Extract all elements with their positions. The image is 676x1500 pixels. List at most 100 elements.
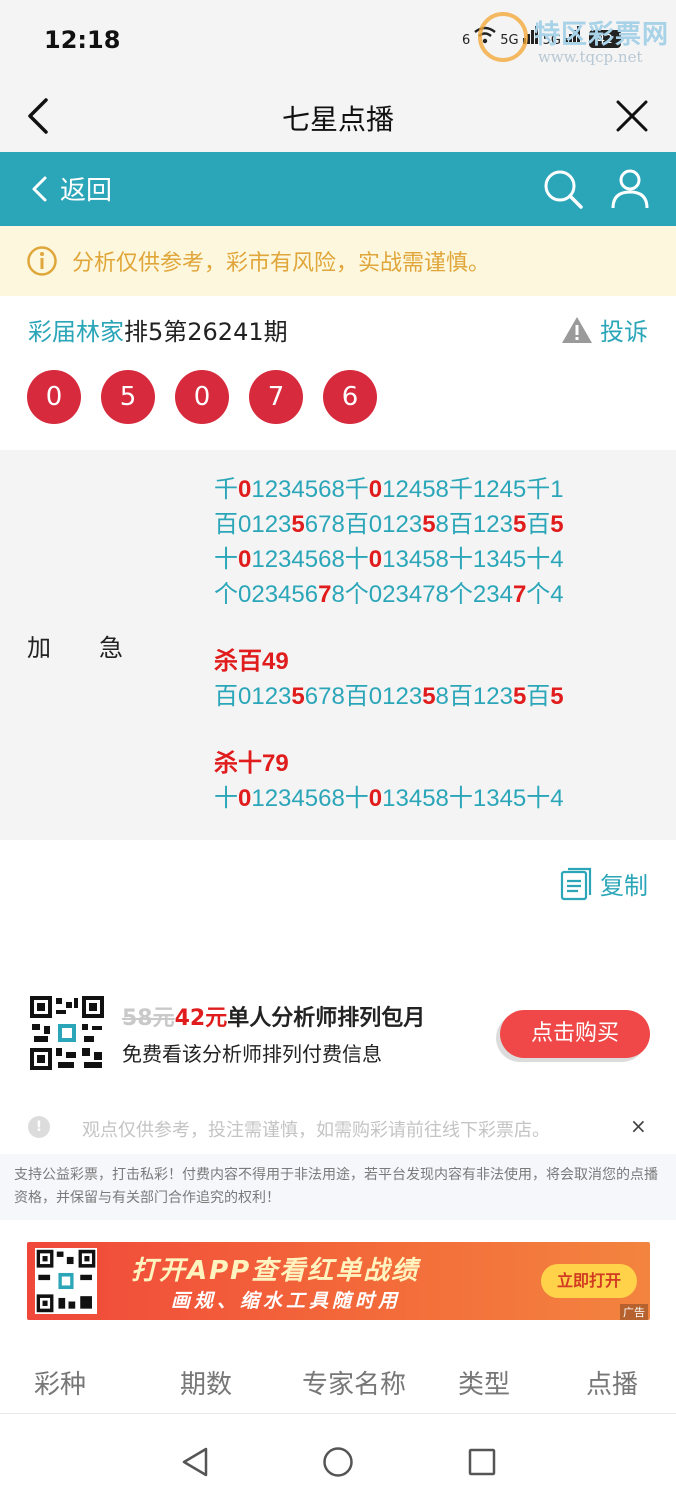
promo-subtitle: 免费看该分析师排列付费信息 xyxy=(122,1042,382,1066)
line-segment: 1234568十 xyxy=(251,785,369,812)
result-ball: 0 xyxy=(175,370,229,424)
kill-line: 杀百49 xyxy=(214,648,289,675)
result-ball: 0 xyxy=(27,370,81,424)
prediction-line: 百01235678百012358百1235百5 xyxy=(214,679,654,714)
highlight-digit: 5 xyxy=(422,683,436,710)
highlight-digit: 0 xyxy=(368,785,383,812)
line-segment: 百 xyxy=(526,683,551,710)
qr-code-icon xyxy=(35,1248,97,1314)
line-segment: 十 xyxy=(214,785,238,812)
prediction-line: 百01235678百012358百1235百5 xyxy=(214,507,654,542)
home-circle-icon[interactable] xyxy=(322,1446,354,1478)
line-segment: 12458千1245千1 xyxy=(382,476,564,503)
highlight-digit: 7 xyxy=(318,581,332,608)
kill-line: 杀十79 xyxy=(214,750,289,777)
line-segment: 8个234 xyxy=(435,581,513,608)
line-segment: 个4 xyxy=(526,581,564,608)
highlight-digit: 0 xyxy=(368,476,383,503)
line-segment: 8百123 xyxy=(435,511,513,538)
open-app-button[interactable]: 立即打开 xyxy=(541,1264,637,1298)
line-segment: 百 xyxy=(526,511,551,538)
qr-code-icon xyxy=(30,996,104,1070)
notice-text: 分析仅供参考，彩市有风险，实战需谨慎。 xyxy=(72,251,491,276)
highlight-digit: 5 xyxy=(550,511,564,538)
highlight-digit: 5 xyxy=(291,683,305,710)
watermark-url: www.tqcp.net xyxy=(538,48,643,66)
prediction-lines: 千01234568千012458千1245千1 百01235678百012358… xyxy=(214,472,654,816)
banner-title: 打开APP查看红单战绩 xyxy=(131,1256,420,1286)
line-segment: 8百123 xyxy=(435,683,513,710)
highlight-digit: 0 xyxy=(238,476,252,503)
page-title: 七星点播 xyxy=(281,103,394,136)
result-balls: 0 5 0 7 6 xyxy=(27,370,377,424)
issue-text: 排5第26241期 xyxy=(124,318,288,346)
line-segment: 13458十1345十4 xyxy=(382,546,564,573)
promo-title-text: 单人分析师排列包月 xyxy=(227,1006,426,1031)
result-ball: 5 xyxy=(101,370,155,424)
line-segment: 678百0123 xyxy=(304,683,423,710)
copy-button[interactable]: 复制 xyxy=(560,866,648,901)
disclaimer-bar: ! 观点仅供参考，投注需谨慎，如需购彩请前往线下彩票店。 × xyxy=(0,1108,676,1148)
back-button[interactable]: 返回 xyxy=(30,170,112,207)
network-label: 6 xyxy=(462,33,471,48)
chevron-left-icon xyxy=(32,176,47,201)
highlight-digit: 0 xyxy=(238,546,252,573)
back-triangle-icon[interactable] xyxy=(180,1446,210,1478)
prediction-line: 个02345678个023478个2347个4 xyxy=(214,577,654,612)
column-header: 专家名称 xyxy=(302,1370,407,1400)
line-segment: 十 xyxy=(214,546,238,573)
highlight-digit: 5 xyxy=(512,511,527,538)
app-banner[interactable]: 打开APP查看红单战绩 画规、缩水工具随时用 立即打开 广告 xyxy=(27,1242,650,1320)
column-header: 彩种 xyxy=(34,1370,87,1400)
prediction-line: 十01234568十013458十1345十4 xyxy=(214,542,654,577)
info-icon xyxy=(27,246,57,276)
line-segment: 百0123 xyxy=(214,683,292,710)
column-header: 类型 xyxy=(458,1370,511,1400)
subscription-promo: 58元42元单人分析师排列包月 免费看该分析师排列付费信息 点击购买 xyxy=(0,990,676,1080)
back-label: 返回 xyxy=(60,176,113,206)
result-ball: 7 xyxy=(249,370,303,424)
recent-apps-icon[interactable] xyxy=(468,1448,496,1476)
risk-notice: 分析仅供参考，彩市有风险，实战需谨慎。 xyxy=(0,226,676,296)
info-icon: ! xyxy=(28,1116,50,1138)
new-price: 42元 xyxy=(174,1006,228,1031)
status-bar: 12:18 6 5G 5G 42 特区彩票网 www.tqcp.net xyxy=(0,0,676,80)
nav-bar: 七星点播 xyxy=(0,80,676,152)
prediction-header: 彩届林家排5第26241期 xyxy=(28,312,288,347)
line-segment: 678百0123 xyxy=(304,511,423,538)
close-icon[interactable]: × xyxy=(630,1114,647,1138)
highlight-digit: 0 xyxy=(238,785,252,812)
watermark: 特区彩票网 www.tqcp.net xyxy=(474,8,674,68)
copy-label: 复制 xyxy=(600,872,648,900)
buy-button[interactable]: 点击购买 xyxy=(500,1010,650,1058)
toolbar: 返回 xyxy=(0,152,676,226)
highlight-digit: 5 xyxy=(550,683,564,710)
line-segment: 1234568千 xyxy=(251,476,369,503)
status-time: 12:18 xyxy=(44,26,121,54)
result-ball: 6 xyxy=(323,370,377,424)
system-nav-bar xyxy=(0,1424,676,1500)
watermark-title: 特区彩票网 xyxy=(534,20,670,50)
highlight-digit: 5 xyxy=(422,511,436,538)
highlight-digit: 0 xyxy=(368,546,383,573)
ad-badge: 广告 xyxy=(620,1304,648,1320)
expert-name[interactable]: 彩届林家 xyxy=(28,318,124,346)
search-icon[interactable] xyxy=(542,168,584,210)
column-header: 点播 xyxy=(586,1370,639,1400)
line-segment: 13458十1345十4 xyxy=(382,785,564,812)
line-segment: 个023456 xyxy=(214,581,319,608)
warning-icon xyxy=(562,316,592,343)
banner-subtitle: 画规、缩水工具随时用 xyxy=(171,1290,402,1312)
disclaimer-text: 观点仅供参考，投注需谨慎，如需购彩请前往线下彩票店。 xyxy=(82,1120,550,1141)
table-header: 彩种 期数 专家名称 类型 点播 xyxy=(0,1350,676,1414)
close-icon[interactable] xyxy=(614,98,650,134)
highlight-digit: 7 xyxy=(512,581,527,608)
highlight-digit: 5 xyxy=(512,683,527,710)
legal-notice: 支持公益彩票，打击私彩！付费内容不得用于非法用途，若平台发现内容有非法使用，将会… xyxy=(0,1154,676,1220)
user-icon[interactable] xyxy=(610,168,650,210)
old-price: 58元 xyxy=(122,1006,175,1031)
line-segment: 8个02347 xyxy=(331,581,436,608)
complaint-button[interactable]: 投诉 xyxy=(560,312,648,347)
prediction-content: 加急 千01234568千012458千1245千1 百01235678百012… xyxy=(0,450,676,840)
prediction-line: 千01234568千012458千1245千1 xyxy=(214,472,654,507)
